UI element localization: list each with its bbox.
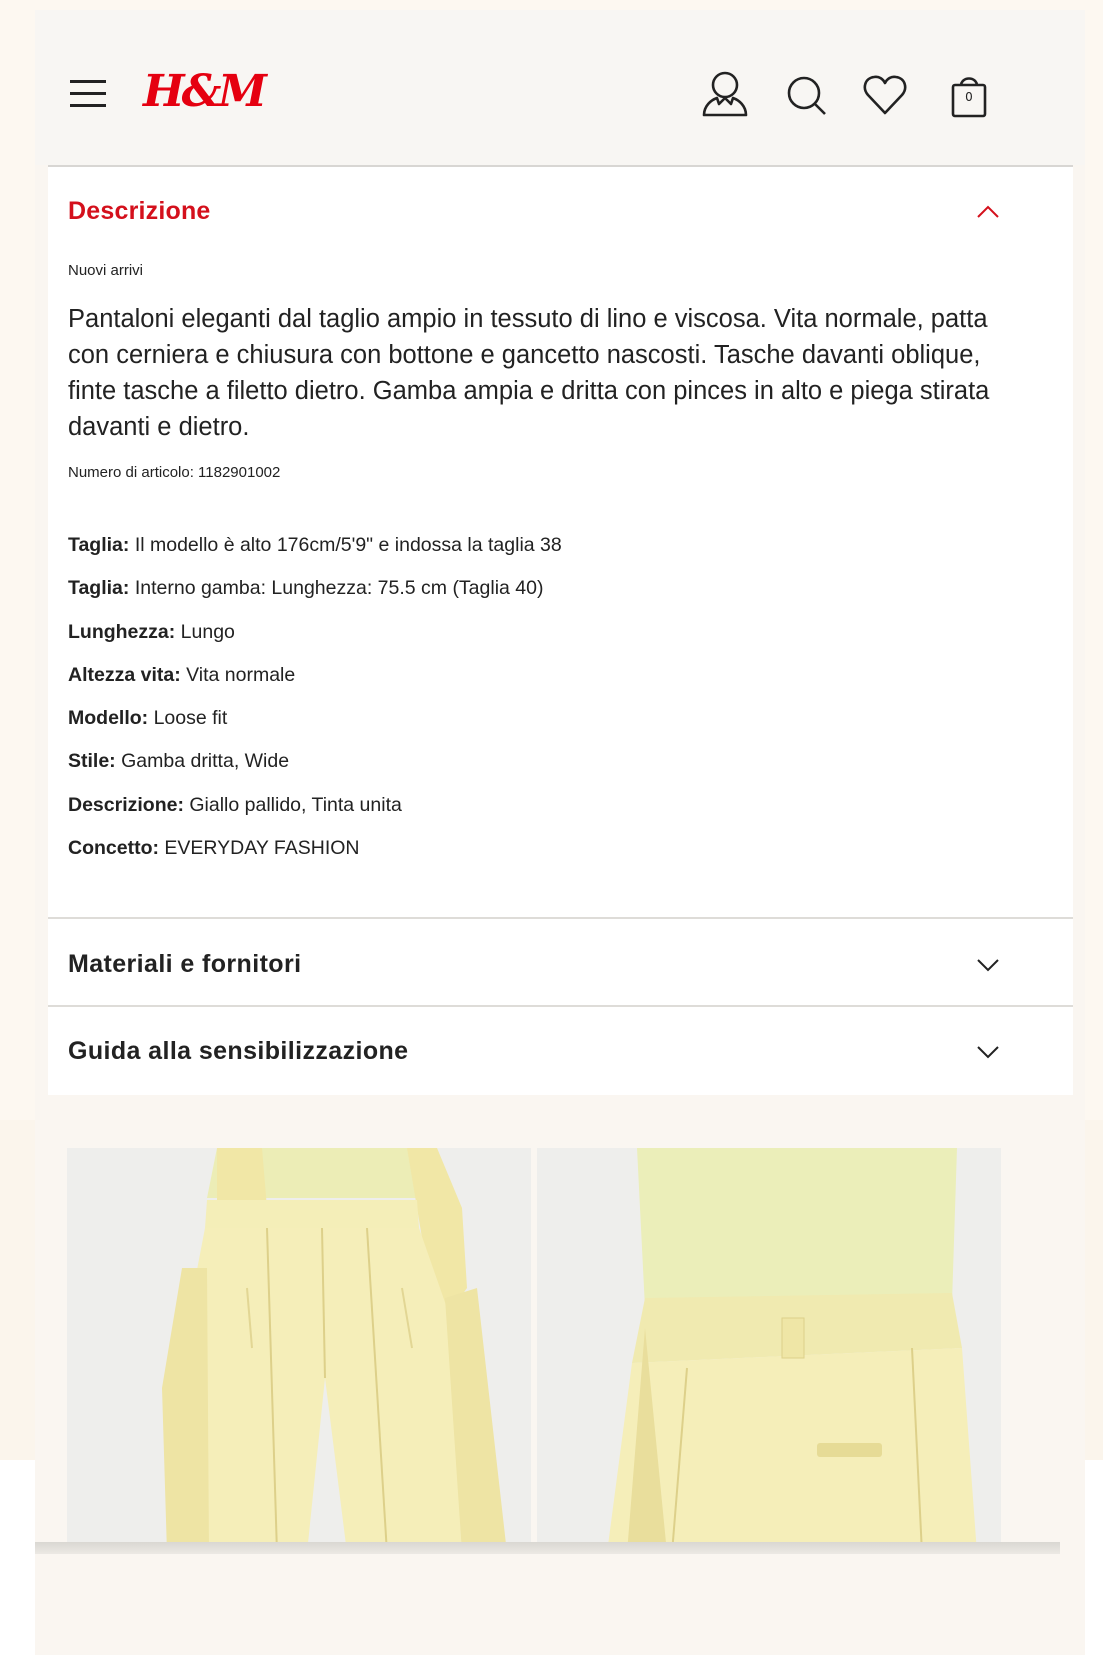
- spec-row: Lunghezza: Lungo: [68, 621, 235, 643]
- heart-icon[interactable]: [861, 70, 909, 122]
- spec-row: Descrizione: Giallo pallido, Tinta unita: [68, 794, 402, 816]
- menu-icon[interactable]: [70, 80, 106, 108]
- shopping-bag-icon[interactable]: 0: [945, 70, 993, 122]
- brand-logo[interactable]: H&M: [143, 66, 267, 117]
- product-description: Pantaloni eleganti dal taglio ampio in t…: [68, 305, 990, 441]
- description-heading[interactable]: Descrizione: [68, 197, 211, 226]
- account-icon[interactable]: [701, 70, 749, 122]
- spec-row: Modello: Loose fit: [68, 707, 228, 729]
- spec-row: Taglia: Interno gamba: Lunghezza: 75.5 c…: [68, 577, 544, 599]
- chevron-down-icon[interactable]: [976, 1045, 1000, 1059]
- product-image-back[interactable]: [537, 1148, 1001, 1553]
- bag-count-badge: 0: [965, 90, 973, 104]
- care-guide-accordion-toggle[interactable]: Guida alla sensibilizzazione: [68, 1037, 408, 1066]
- spec-row: Stile: Gamba dritta, Wide: [68, 750, 290, 772]
- product-details-panel: Descrizione Nuovi arrivi Pantaloni elega…: [48, 167, 1073, 1095]
- product-image-front[interactable]: [67, 1148, 531, 1553]
- section-divider: [48, 917, 1073, 919]
- chevron-down-icon[interactable]: [976, 958, 1000, 972]
- new-arrivals-label: Nuovi arrivi: [68, 262, 144, 279]
- chevron-up-icon[interactable]: [976, 205, 1000, 219]
- article-number: Numero di articolo: 1182901002: [68, 464, 281, 481]
- spec-row: Altezza vita: Vita normale: [68, 664, 296, 686]
- search-icon[interactable]: [783, 70, 831, 122]
- section-divider: [48, 1005, 1073, 1007]
- image-strip-shadow: [35, 1542, 1060, 1554]
- materials-accordion-toggle[interactable]: Materiali e fornitori: [68, 950, 301, 979]
- spec-row: Concetto: EVERYDAY FASHION: [68, 837, 360, 859]
- spec-row: Taglia: Il modello è alto 176cm/5'9" e i…: [68, 534, 562, 556]
- site-header: H&M 0: [35, 10, 1085, 165]
- mobile-viewport: H&M 0 Descrizione Nuovi arrivi Pantaloni…: [35, 10, 1085, 1655]
